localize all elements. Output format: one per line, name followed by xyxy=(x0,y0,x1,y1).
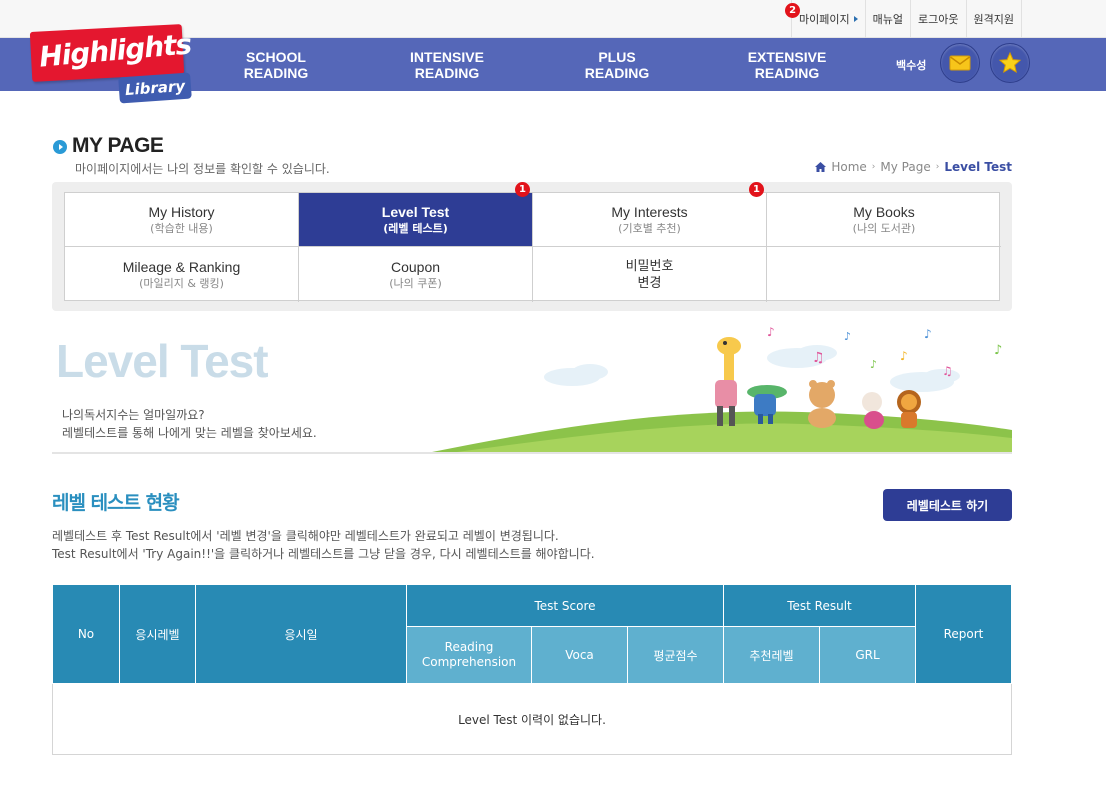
level-test-history-table: No 응시레벨 응시일 Test Score Test Result Repor… xyxy=(52,584,1012,755)
tab-change-password[interactable]: 비밀번호 변경 xyxy=(533,247,767,302)
logo-sub-text: Library xyxy=(118,72,192,104)
utility-links: 2 마이페이지 매뉴얼 로그아웃 원격지원 xyxy=(785,0,1022,38)
empty-table-message: Level Test 이력이 없습니다. xyxy=(52,683,1012,755)
tab-sublabel: (학습한 내용) xyxy=(150,221,213,235)
arrow-right-icon xyxy=(853,16,858,22)
nav-school-reading-line2: READING xyxy=(243,64,309,81)
section-note-1: 레벨테스트 후 Test Result에서 '레벨 변경'을 클릭해야만 레벨테… xyxy=(52,529,559,543)
header-test-result: Test Result xyxy=(723,584,916,627)
svg-text:♫: ♫ xyxy=(812,350,825,366)
tab-label: Mileage & Ranking xyxy=(122,258,241,275)
level-test-banner: Level Test 나의독서지수는 얼마일까요? 레벨테스트를 통해 나에게 … xyxy=(52,320,1012,454)
breadcrumb-mypage[interactable]: My Page xyxy=(880,160,930,174)
envelope-icon xyxy=(949,55,971,71)
tab-my-interests[interactable]: My Interests (기호별 추천) xyxy=(533,193,767,247)
page-title: MY PAGE xyxy=(72,134,164,157)
nav-school-reading-line1: SCHOOL xyxy=(246,48,306,65)
header-reading-comprehension: Reading Comprehension xyxy=(406,626,532,684)
tab-sublabel: (나의 도서관) xyxy=(852,221,916,235)
tab-my-history[interactable]: My History (학습한 내용) xyxy=(65,193,299,247)
breadcrumb: Home › My Page › Level Test xyxy=(815,160,1012,174)
nav-extensive-reading-line2: READING xyxy=(754,64,820,81)
breadcrumb-separator-icon: › xyxy=(935,162,940,172)
breadcrumb-home[interactable]: Home xyxy=(831,160,866,174)
tab-label: My Books xyxy=(853,203,915,220)
star-icon xyxy=(998,51,1022,74)
header-test-level: 응시레벨 xyxy=(119,584,196,684)
tab-label: Coupon xyxy=(390,258,441,275)
tab-label-line2: 변경 xyxy=(637,275,662,291)
svg-text:♪: ♪ xyxy=(767,325,775,339)
tab-sublabel: (마일리지 & 랭킹) xyxy=(139,276,224,290)
banner-illustration: ♪ ♪ ♫ ♪ ♪ ♪ ♫ ♪ xyxy=(432,325,1012,452)
remote-support-link[interactable]: 원격지원 xyxy=(965,0,1022,38)
section-title: 레벨 테스트 현황 xyxy=(52,492,180,514)
header-grl: GRL xyxy=(819,626,916,684)
nav-plus-reading[interactable]: PLUS READING xyxy=(542,38,692,91)
header-report: Report xyxy=(915,584,1012,684)
header-no: No xyxy=(52,584,120,684)
tab-label: 비밀번호 xyxy=(625,258,674,274)
tab-label: My Interests xyxy=(611,203,688,220)
logout-link[interactable]: 로그아웃 xyxy=(910,0,965,38)
mypage-menu-grid: My History (학습한 내용) Level Test (레벨 테스트) … xyxy=(64,192,1001,302)
mypage-link-label: 마이페이지 xyxy=(799,13,850,26)
manual-link-label: 매뉴얼 xyxy=(872,13,904,26)
tab-label: My History xyxy=(148,203,215,220)
breadcrumb-separator-icon: › xyxy=(871,162,876,172)
tab-coupon[interactable]: Coupon (나의 쿠폰) xyxy=(299,247,533,302)
mypage-badge: 2 xyxy=(785,3,801,18)
banner-text-line2: 레벨테스트를 통해 나에게 맞는 레벨을 찾아보세요. xyxy=(62,426,317,440)
nav-plus-reading-line2: READING xyxy=(584,64,650,81)
svg-text:♪: ♪ xyxy=(900,349,908,363)
svg-text:♪: ♪ xyxy=(870,358,877,371)
remote-support-link-label: 원격지원 xyxy=(973,13,1014,26)
level-test-notification-badge: 1 xyxy=(515,182,530,197)
mypage-menu: My History (학습한 내용) Level Test (레벨 테스트) … xyxy=(52,182,1012,311)
mail-button[interactable] xyxy=(940,43,980,83)
header-test-score: Test Score xyxy=(406,584,724,627)
header-average-score: 평균점수 xyxy=(627,626,724,684)
header-recommended-level: 추천레벨 xyxy=(723,626,820,684)
start-level-test-button[interactable]: 레벨테스트 하기 xyxy=(883,489,1012,521)
page-subtitle: 마이페이지에서는 나의 정보를 확인할 수 있습니다. xyxy=(75,162,330,176)
header-test-date: 응시일 xyxy=(195,584,407,684)
tab-sublabel: (레벨 테스트) xyxy=(383,221,448,235)
nav-intensive-reading-line2: READING xyxy=(414,64,480,81)
svg-text:♪: ♪ xyxy=(924,327,932,341)
nav-school-reading[interactable]: SCHOOL READING xyxy=(201,38,351,91)
mypage-link[interactable]: 2 마이페이지 xyxy=(785,0,865,38)
tab-mileage-ranking[interactable]: Mileage & Ranking (마일리지 & 랭킹) xyxy=(65,247,299,302)
banner-text-line1: 나의독서지수는 얼마일까요? xyxy=(62,408,205,422)
title-bullet-icon xyxy=(53,140,67,154)
home-icon xyxy=(815,162,827,172)
highlights-library-logo[interactable]: Highlights Library xyxy=(29,24,193,106)
nav-extensive-reading-line1: EXTENSIVE xyxy=(747,48,827,65)
tab-level-test[interactable]: Level Test (레벨 테스트) xyxy=(299,193,533,247)
logout-link-label: 로그아웃 xyxy=(918,13,959,26)
tab-my-books[interactable]: My Books (나의 도서관) xyxy=(767,193,1001,247)
user-name: 백수성 xyxy=(896,59,927,72)
nav-intensive-reading-line1: INTENSIVE xyxy=(410,48,484,65)
svg-text:♫: ♫ xyxy=(942,364,953,378)
manual-link[interactable]: 매뉴얼 xyxy=(864,0,910,38)
favorite-button[interactable] xyxy=(990,43,1030,83)
banner-title: Level Test xyxy=(56,335,269,387)
svg-text:♪: ♪ xyxy=(844,330,851,343)
tab-sublabel: (기호별 추천) xyxy=(618,221,681,235)
banner-text: 나의독서지수는 얼마일까요? 레벨테스트를 통해 나에게 맞는 레벨을 찾아보세… xyxy=(62,406,317,442)
nav-extensive-reading[interactable]: EXTENSIVE READING xyxy=(712,38,862,91)
tab-empty xyxy=(767,247,1001,302)
breadcrumb-current: Level Test xyxy=(944,160,1012,174)
nav-plus-reading-line1: PLUS xyxy=(598,48,636,65)
section-note-2: Test Result에서 'Try Again!!'을 클릭하거나 레벨테스트… xyxy=(52,547,595,561)
section-notes: 레벨테스트 후 Test Result에서 '레벨 변경'을 클릭해야만 레벨테… xyxy=(52,527,595,563)
header-voca: Voca xyxy=(531,626,628,684)
tab-sublabel: (나의 쿠폰) xyxy=(389,276,442,290)
tab-label: Level Test xyxy=(381,203,450,220)
nav-intensive-reading[interactable]: INTENSIVE READING xyxy=(372,38,522,91)
my-interests-notification-badge: 1 xyxy=(749,182,764,197)
svg-text:♪: ♪ xyxy=(994,343,1002,358)
